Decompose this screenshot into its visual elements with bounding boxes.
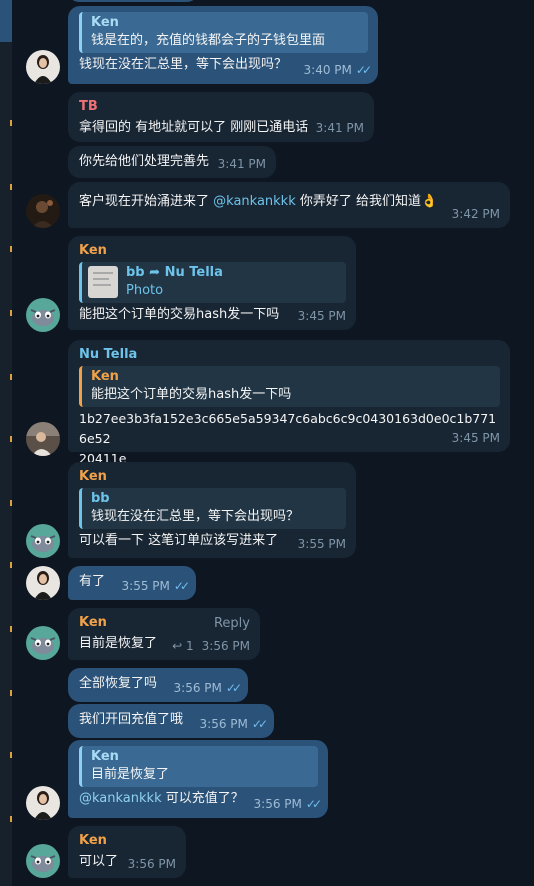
quote-sender: Ken xyxy=(91,749,119,764)
double-check-icon: ✓✓ xyxy=(251,717,268,731)
message-bubble[interactable]: Ken 目前是恢复了 @kankankkk 可以充值了？ 3:56 PM ✓✓ xyxy=(68,740,328,818)
active-chat-indicator[interactable] xyxy=(0,0,12,42)
user-avatar[interactable] xyxy=(26,194,60,228)
message-text: 客户现在开始涌进来了 @kankankkk 你弄好了 给我们知道👌 xyxy=(79,188,500,212)
message-time: 3:56 PM xyxy=(201,639,250,653)
message-bubble[interactable]: 有了 3:55 PM ✓✓ xyxy=(68,566,196,600)
forward-to-name: Nu Tella xyxy=(164,265,223,280)
user-avatar[interactable] xyxy=(26,50,60,84)
message-bubble[interactable]: Nu Tella Ken 能把这个订单的交易hash发一下吗 1b27ee3b3… xyxy=(68,340,510,466)
quote-text: 钱是在的，充值的钱都会子的子钱包里面 xyxy=(91,33,326,48)
sender-name[interactable]: Ken xyxy=(79,242,346,260)
reply-quote[interactable]: Ken 钱是在的，充值的钱都会子的子钱包里面 xyxy=(79,12,368,53)
message-bubble[interactable]: Ken 可以了 3:56 PM xyxy=(68,826,186,878)
double-check-icon: ✓✓ xyxy=(355,63,372,77)
message-time: 3:41 PM xyxy=(217,157,266,171)
message-bubble[interactable]: 我们开回充值了哦 3:56 PM ✓✓ xyxy=(68,704,274,738)
message-text: 1b27ee3b3fa152e3c665e5a59347c6abc6c9c043… xyxy=(79,411,497,466)
message-bubble[interactable]: Ken bb ➦ Nu Tella Photo 能把这个订单的交易hash发一下… xyxy=(68,236,356,330)
message-time: 3:55 PM xyxy=(297,537,346,551)
message-time: 3:55 PM xyxy=(121,579,170,593)
forward-from-name: bb xyxy=(126,265,145,280)
user-avatar[interactable] xyxy=(26,566,60,600)
message-meta: ↩ 1 3:56 PM xyxy=(172,638,250,654)
reply-button[interactable]: Reply xyxy=(214,614,250,634)
double-check-icon: ✓✓ xyxy=(305,797,322,811)
reply-quote[interactable]: Ken 目前是恢复了 xyxy=(79,746,318,787)
replies-counter[interactable]: ↩ 1 xyxy=(172,639,194,653)
photo-thumbnail[interactable] xyxy=(88,266,118,298)
message-meta: 3:56 PM ✓✓ xyxy=(173,680,243,696)
message-meta: 3:56 PM ✓✓ xyxy=(199,716,269,732)
quote-text: 目前是恢复了 xyxy=(91,767,170,782)
message-bubble[interactable]: 全部恢复了吗 3:56 PM ✓✓ xyxy=(68,668,248,702)
message-time: 3:56 PM xyxy=(127,857,176,871)
user-mention-link[interactable]: @kankankkk xyxy=(213,194,296,209)
sender-name[interactable]: Ken xyxy=(79,468,346,486)
double-check-icon: ✓✓ xyxy=(173,579,190,593)
message-meta: 3:56 PM ✓✓ xyxy=(253,796,323,812)
message-bubble[interactable]: TB 拿得回的 有地址就可以了 刚刚已通电话 3:41 PM xyxy=(68,92,374,142)
reply-count: 1 xyxy=(186,639,194,653)
user-mention-link[interactable]: @kankankkk xyxy=(79,791,162,806)
user-avatar[interactable] xyxy=(26,626,60,660)
reply-quote[interactable]: Ken 能把这个订单的交易hash发一下吗 xyxy=(79,366,500,407)
quote-text: 能把这个订单的交易hash发一下吗 xyxy=(91,387,292,402)
message-time: 3:41 PM xyxy=(315,121,364,135)
reply-arrow-icon: ↩ xyxy=(172,639,183,653)
double-check-icon: ✓✓ xyxy=(225,681,242,695)
message-bubble[interactable]: Ken Reply 目前是恢复了 ↩ 1 3:56 PM xyxy=(68,608,260,660)
text-part: 可以充值了？ xyxy=(161,791,244,806)
message-time: 3:40 PM xyxy=(303,63,352,77)
quote-media-label: Photo xyxy=(126,283,164,298)
text-part: 你弄好了 给我们知道👌 xyxy=(295,194,438,209)
quote-text: 钱现在没在汇总里，等下会出现吗？ xyxy=(91,509,300,524)
forward-arrow-icon: ➦ xyxy=(149,265,161,280)
reply-quote[interactable]: bb ➦ Nu Tella Photo xyxy=(79,262,346,303)
message-time: 3:56 PM xyxy=(253,797,302,811)
sender-name[interactable]: TB xyxy=(79,98,364,116)
sender-name[interactable]: Nu Tella xyxy=(79,346,500,364)
user-avatar[interactable] xyxy=(26,524,60,558)
previous-message-bubble[interactable] xyxy=(68,0,198,2)
text-part: 客户现在开始涌进来了 xyxy=(79,194,214,209)
reply-quote[interactable]: bb 钱现在没在汇总里，等下会出现吗？ xyxy=(79,488,346,529)
sender-name[interactable]: Ken xyxy=(79,832,176,850)
message-time: 3:42 PM xyxy=(451,207,500,221)
quote-sender: bb xyxy=(91,491,110,506)
quote-sender: bb ➦ Nu Tella xyxy=(126,264,223,282)
message-bubble[interactable]: 客户现在开始涌进来了 @kankankkk 你弄好了 给我们知道👌 3:42 P… xyxy=(68,182,510,228)
message-time: 3:56 PM xyxy=(199,717,248,731)
chat-message-list[interactable]: Ken 钱是在的，充值的钱都会子的子钱包里面 钱现在没在汇总里，等下会出现吗？ … xyxy=(12,0,534,886)
message-bubble[interactable]: 你先给他们处理完善先 3:41 PM xyxy=(68,146,276,178)
quote-sender: Ken xyxy=(91,369,119,384)
user-avatar[interactable] xyxy=(26,422,60,456)
message-meta: 3:40 PM ✓✓ xyxy=(303,62,373,78)
message-time: 3:56 PM xyxy=(173,681,222,695)
quote-sender: Ken xyxy=(91,15,119,30)
message-time: 3:45 PM xyxy=(297,309,346,323)
user-avatar[interactable] xyxy=(26,786,60,820)
message-meta: 3:55 PM ✓✓ xyxy=(121,578,191,594)
message-bubble[interactable]: Ken bb 钱现在没在汇总里，等下会出现吗？ 可以看一下 这笔订单应该写进来了… xyxy=(68,462,356,558)
message-bubble[interactable]: Ken 钱是在的，充值的钱都会子的子钱包里面 钱现在没在汇总里，等下会出现吗？ … xyxy=(68,6,378,84)
user-avatar[interactable] xyxy=(26,298,60,332)
user-avatar[interactable] xyxy=(26,844,60,878)
message-time: 3:45 PM xyxy=(451,431,500,445)
